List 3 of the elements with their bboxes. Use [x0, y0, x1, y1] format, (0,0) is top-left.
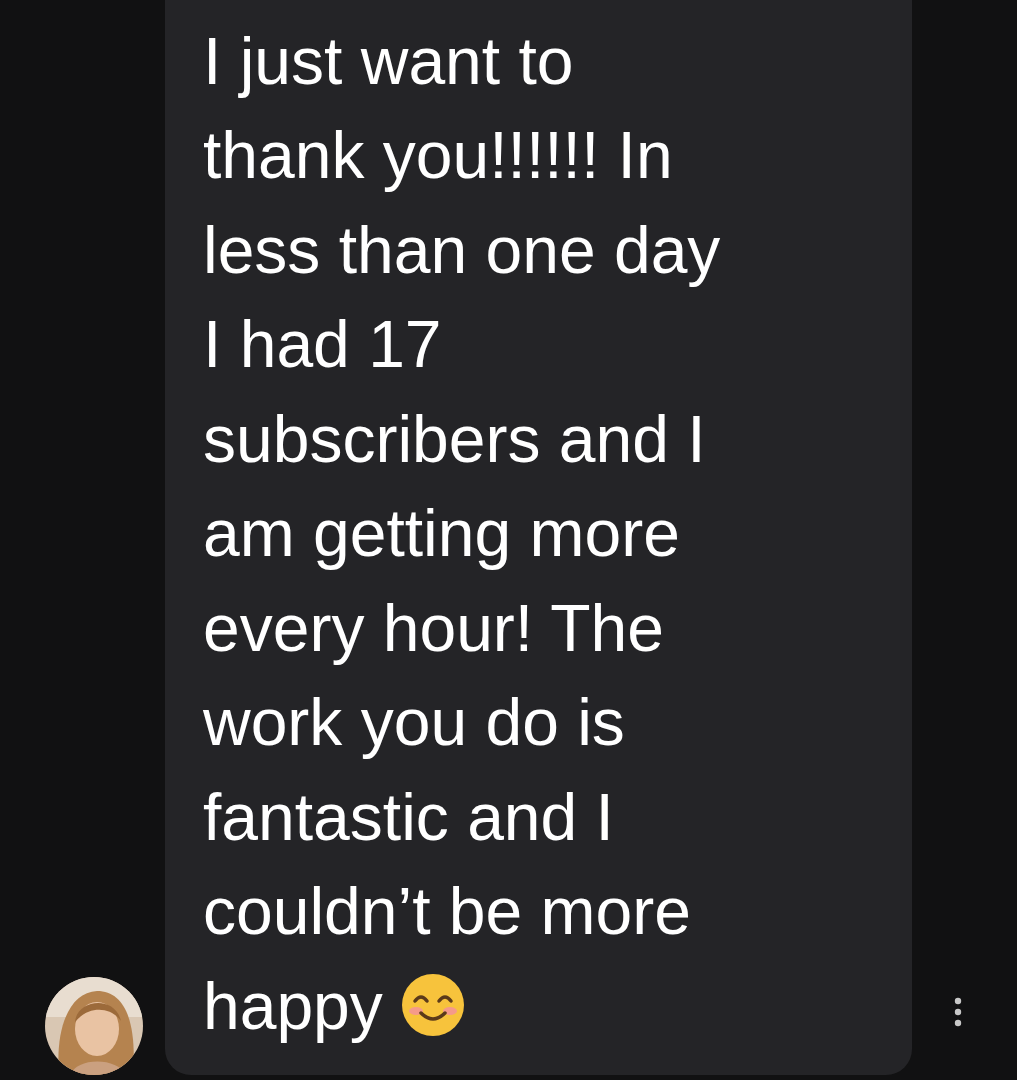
- message-text: I just want to thank you!!!!!! In less than one day I had 17 subscribers and I am getting more every hour! The work you do is fantastic and I couldn’t be more happy: [203, 22, 722, 1045]
- smiling-face-icon: [401, 972, 466, 1037]
- more-options-icon[interactable]: [953, 997, 963, 1027]
